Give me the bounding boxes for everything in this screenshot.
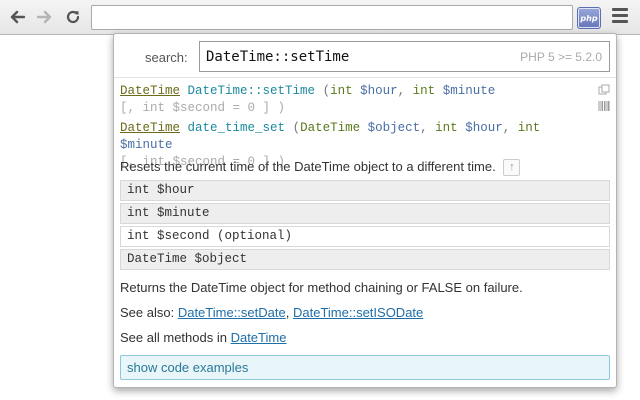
param-name: $object [367, 121, 421, 135]
php-version-label: PHP 5 >= 5.2.0 [520, 50, 602, 64]
search-label: search: [145, 50, 188, 65]
signature-datetime-settime: DateTime DateTime::setTime (int $hour, i… [120, 83, 590, 117]
see-also-label: See also: [120, 305, 175, 320]
hamburger-menu-icon [612, 8, 628, 23]
all-methods-label: See all methods in [120, 330, 227, 345]
php-extension-button[interactable]: php [577, 7, 601, 29]
param-type: int [330, 84, 353, 98]
param-type: int [435, 121, 458, 135]
param-item: int $hour [120, 180, 610, 201]
see-also-link-setdate[interactable]: DateTime::setDate [178, 305, 286, 320]
open-paren: ( [292, 121, 301, 135]
see-also-separator: , [285, 305, 290, 320]
search-input[interactable]: DateTime::setTime PHP 5 >= 5.2.0 [199, 41, 610, 72]
reload-button[interactable] [62, 6, 84, 28]
barcode-icon[interactable] [598, 100, 610, 112]
class-link[interactable]: DateTime [120, 121, 180, 135]
see-also: See also: DateTime::setDate, DateTime::s… [120, 305, 423, 320]
param-type: int [412, 84, 436, 98]
function-name: date_time_set [187, 121, 286, 135]
comma: , [397, 84, 406, 98]
comma: , [420, 121, 428, 135]
all-methods-link[interactable]: DateTime [231, 330, 287, 345]
function-description: Resets the current time of the DateTime … [120, 159, 521, 177]
return-description: Returns the DateTime object for method c… [120, 280, 523, 295]
description-text: Resets the current time of the DateTime … [120, 159, 496, 174]
search-row: search: DateTime::setTime PHP 5 >= 5.2.0 [114, 34, 616, 78]
param-item: int $second (optional) [120, 226, 610, 247]
param-name: $hour [360, 84, 398, 98]
param-type: DateTime [300, 121, 361, 135]
arrow-right-icon [37, 10, 52, 24]
comma: , [502, 121, 511, 135]
all-methods: See all methods in DateTime [120, 330, 286, 345]
function-name: DateTime::setTime [187, 84, 316, 98]
param-name: $hour [465, 121, 503, 135]
param-item: DateTime $object [120, 249, 610, 270]
open-paren: ( [322, 84, 331, 98]
param-name: $minute [120, 138, 173, 152]
browser-toolbar: php [0, 0, 640, 35]
param-name: $minute [442, 84, 496, 98]
up-arrow-icon[interactable]: ↑ [503, 159, 521, 177]
see-also-link-setisodate[interactable]: DateTime::setISODate [293, 305, 423, 320]
forward-button[interactable] [34, 6, 56, 28]
optional-params: [, int $second = 0 ] ) [120, 101, 286, 115]
param-type: int [517, 121, 541, 135]
back-button[interactable] [6, 6, 28, 28]
copy-icon[interactable] [598, 84, 610, 96]
reload-icon [66, 10, 80, 24]
search-input-value: DateTime::setTime [206, 49, 350, 65]
arrow-left-icon [10, 10, 25, 24]
php-extension-label: php [580, 13, 598, 23]
address-bar[interactable] [91, 5, 573, 30]
class-link[interactable]: DateTime [120, 84, 180, 98]
param-item: int $minute [120, 203, 610, 224]
browser-menu-button[interactable] [612, 8, 628, 26]
show-code-examples-button[interactable]: show code examples [120, 355, 610, 380]
php-doc-popup: search: DateTime::setTime PHP 5 >= 5.2.0… [113, 33, 617, 388]
